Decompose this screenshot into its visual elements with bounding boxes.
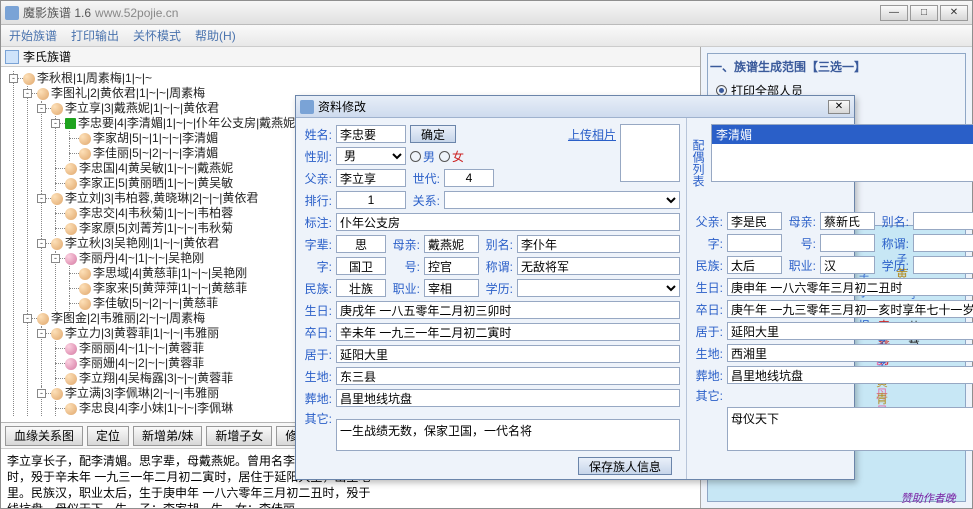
zhiye-input[interactable] bbox=[424, 279, 479, 297]
dialog-icon bbox=[300, 100, 314, 114]
sp-zy-input[interactable] bbox=[820, 256, 875, 274]
person-icon bbox=[51, 238, 63, 250]
father-input[interactable] bbox=[336, 169, 406, 187]
branch-input[interactable] bbox=[336, 213, 680, 231]
maximize-button[interactable]: □ bbox=[910, 5, 938, 21]
minzu-input[interactable] bbox=[336, 279, 386, 297]
person-icon bbox=[65, 253, 77, 265]
sex-select[interactable]: 男 bbox=[336, 147, 406, 165]
person-icon bbox=[65, 163, 77, 175]
credit: 赞助作者晚 bbox=[901, 490, 968, 506]
ok-button[interactable]: 确定 bbox=[410, 125, 456, 143]
save-person-button[interactable]: 保存族人信息 bbox=[578, 457, 672, 475]
btn-locate[interactable]: 定位 bbox=[87, 426, 129, 446]
sp-ch-input[interactable] bbox=[913, 234, 973, 252]
person-icon bbox=[79, 148, 91, 160]
menu-start[interactable]: 开始族谱 bbox=[9, 27, 57, 44]
person-icon bbox=[79, 133, 91, 145]
sp-mz-input[interactable] bbox=[727, 256, 782, 274]
birth-input[interactable] bbox=[336, 301, 680, 319]
other-textarea[interactable]: 一生战绩无数，保家卫国，一代名将 bbox=[336, 419, 680, 452]
mother-input[interactable] bbox=[424, 235, 479, 253]
person-icon bbox=[79, 283, 91, 295]
menubar: 开始族谱 打印输出 关怀模式 帮助(H) bbox=[1, 25, 972, 47]
sp-mother-input[interactable] bbox=[820, 212, 875, 230]
doc-icon bbox=[5, 50, 19, 64]
btn-add-child[interactable]: 新增子女 bbox=[206, 426, 272, 446]
person-icon bbox=[65, 403, 77, 415]
zi-input[interactable] bbox=[336, 257, 386, 275]
death-input[interactable] bbox=[336, 323, 680, 341]
person-icon bbox=[65, 358, 77, 370]
menu-care[interactable]: 关怀模式 bbox=[133, 27, 181, 44]
range-title: 一、族谱生成范围【三选一】 bbox=[708, 54, 965, 79]
live-input[interactable] bbox=[336, 345, 680, 363]
name-input[interactable] bbox=[336, 125, 406, 143]
person-icon bbox=[79, 268, 91, 280]
person-icon bbox=[65, 373, 77, 385]
spouse-list[interactable]: 李清媚 bbox=[711, 124, 973, 182]
sp-xl-select[interactable] bbox=[913, 256, 973, 274]
sp-grave-input[interactable] bbox=[727, 366, 973, 384]
person-form: 姓名:确定上传相片 性别:男 男 女 父亲:世代: 排行:关系: 标注: 字辈:… bbox=[296, 118, 686, 479]
person-icon bbox=[51, 328, 63, 340]
minimize-button[interactable]: — bbox=[880, 5, 908, 21]
xueli-select[interactable] bbox=[517, 279, 680, 297]
person-icon bbox=[65, 223, 77, 235]
photo-box[interactable] bbox=[620, 124, 680, 182]
hao-input[interactable] bbox=[424, 257, 479, 275]
radio-male[interactable]: 男 bbox=[410, 148, 435, 165]
dialog-title: 资料修改 bbox=[318, 98, 366, 115]
sp-alias-input[interactable] bbox=[913, 212, 973, 230]
sp-other-textarea[interactable]: 母仪天下 bbox=[727, 407, 973, 451]
sp-birth-input[interactable] bbox=[727, 278, 973, 296]
tree-header: 李氏族谱 bbox=[1, 47, 700, 67]
person-icon bbox=[65, 208, 77, 220]
titlebar: 魔影族谱 1.6 www.52pojie.cn — □ ✕ bbox=[1, 1, 972, 25]
edit-dialog: 资料修改 ✕ 姓名:确定上传相片 性别:男 男 女 父亲:世代: 排行:关系: … bbox=[295, 95, 855, 480]
person-icon bbox=[65, 118, 76, 129]
radio-female[interactable]: 女 bbox=[439, 148, 464, 165]
person-icon bbox=[51, 193, 63, 205]
app-title: 魔影族谱 1.6 bbox=[23, 4, 91, 21]
sp-father-input[interactable] bbox=[727, 212, 782, 230]
upload-photo-link[interactable]: 上传相片 bbox=[460, 126, 616, 143]
btn-add-sibling[interactable]: 新增弟/妹 bbox=[133, 426, 202, 446]
person-icon bbox=[65, 178, 77, 190]
grave-input[interactable] bbox=[336, 389, 680, 407]
person-icon bbox=[37, 88, 49, 100]
alias-input[interactable] bbox=[517, 235, 680, 253]
sp-hao-input[interactable] bbox=[820, 234, 875, 252]
dialog-close-button[interactable]: ✕ bbox=[828, 100, 850, 114]
sp-death-input[interactable] bbox=[727, 300, 973, 318]
sp-born-input[interactable] bbox=[727, 344, 973, 362]
rel-select[interactable] bbox=[444, 191, 680, 209]
person-icon bbox=[37, 313, 49, 325]
gen-input[interactable] bbox=[444, 169, 494, 187]
sp-zi-input[interactable] bbox=[727, 234, 782, 252]
sp-live-input[interactable] bbox=[727, 322, 973, 340]
close-button[interactable]: ✕ bbox=[940, 5, 968, 21]
app-icon bbox=[5, 6, 19, 20]
btn-relation[interactable]: 血缘关系图 bbox=[5, 426, 83, 446]
tree-node[interactable]: -李秋根|1|周素梅|1|~|~ bbox=[23, 71, 698, 86]
chenghu-input[interactable] bbox=[517, 257, 680, 275]
tree-title: 李氏族谱 bbox=[23, 48, 71, 65]
person-icon bbox=[23, 73, 35, 85]
genname-input[interactable] bbox=[336, 235, 386, 253]
menu-print[interactable]: 打印输出 bbox=[71, 27, 119, 44]
spouse-form: 配偶列表 李清媚 上传相片 排行: 父亲:母亲:别名: 字:号:称谓: 民族:职… bbox=[686, 118, 973, 479]
person-icon bbox=[65, 343, 77, 355]
born-input[interactable] bbox=[336, 367, 680, 385]
rank-input[interactable] bbox=[336, 191, 406, 209]
app-url: www.52pojie.cn bbox=[95, 6, 178, 20]
person-icon bbox=[79, 298, 91, 310]
menu-help[interactable]: 帮助(H) bbox=[195, 27, 236, 44]
person-icon bbox=[51, 388, 63, 400]
person-icon bbox=[51, 103, 63, 115]
